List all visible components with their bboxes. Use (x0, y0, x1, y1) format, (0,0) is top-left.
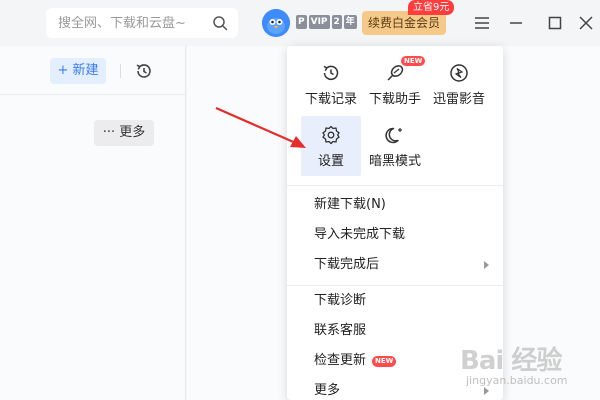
vip-letter: 年 (343, 15, 357, 29)
submenu-arrow-icon (484, 387, 489, 395)
new-badge: NEW (401, 56, 426, 66)
maximize-icon[interactable] (545, 13, 565, 33)
menu-item-label: 下载完成后 (314, 257, 380, 272)
search-input[interactable] (58, 15, 208, 31)
dark-mode-moon-icon (385, 127, 402, 144)
menu-item-diagnostics[interactable]: 下载诊断 (287, 286, 503, 316)
menu-item-more[interactable]: 更多 (287, 376, 503, 400)
title-bar: P VIP 2 年 续费白金会员 立省9元 (0, 0, 600, 46)
menu-download-helper[interactable]: 下载助手 NEW (365, 54, 426, 114)
settings-gear-icon (322, 125, 340, 145)
main-menu-dropdown: 下载记录 下载助手 NEW 迅雷影音 设置 暗黑模式 新建下载(N) 导入未完成… (287, 46, 503, 400)
menu-item-new-download[interactable]: 新建下载(N) (287, 190, 503, 220)
menu-item-label: 联系客服 (314, 323, 367, 338)
hamburger-menu-icon[interactable] (472, 13, 492, 33)
history-clock-icon[interactable] (134, 61, 154, 81)
new-task-label: 新建 (72, 63, 99, 78)
toolbar-divider (120, 64, 121, 78)
menu-download-history-label: 下载记录 (304, 92, 357, 107)
avatar[interactable] (262, 9, 290, 37)
left-panel: + 新建 ··· 更多 (0, 46, 186, 400)
menu-settings-label: 设置 (317, 154, 344, 169)
more-button[interactable]: ··· 更多 (94, 120, 154, 146)
menu-item-check-updates[interactable]: 检查更新 NEW (287, 346, 503, 376)
player-icon (450, 64, 468, 82)
menu-item-contact-support[interactable]: 联系客服 (287, 316, 503, 346)
search-icon[interactable] (212, 15, 228, 31)
plus-icon: + (57, 63, 69, 78)
menu-item-label: 导入未完成下载 (314, 227, 406, 242)
menu-separator (287, 185, 503, 186)
promo-tag: 立省9元 (408, 0, 455, 15)
menu-item-label: 更多 (314, 383, 341, 398)
close-icon[interactable] (576, 13, 596, 33)
submenu-arrow-icon (484, 261, 489, 269)
history-icon (323, 65, 339, 81)
menu-download-helper-label: 下载助手 (368, 92, 421, 107)
menu-settings[interactable]: 设置 (301, 116, 361, 176)
new-task-button[interactable]: + 新建 (50, 58, 106, 84)
menu-thunder-player[interactable]: 迅雷影音 (429, 54, 489, 114)
menu-item-import-unfinished[interactable]: 导入未完成下载 (287, 220, 503, 250)
minimize-icon[interactable] (506, 13, 526, 33)
search-box[interactable] (46, 8, 238, 38)
menu-item-label: 下载诊断 (314, 293, 367, 308)
vip-letter: P (296, 15, 307, 29)
bird-avatar-icon (262, 9, 290, 37)
menu-download-history[interactable]: 下载记录 (301, 54, 361, 114)
toolbar-underline (0, 94, 186, 95)
menu-item-label: 检查更新 (314, 353, 367, 368)
menu-dark-mode-label: 暗黑模式 (368, 154, 421, 169)
new-badge: NEW (372, 356, 397, 367)
more-dots-icon: ··· (102, 125, 116, 140)
menu-item-after-download[interactable]: 下载完成后 (287, 250, 503, 280)
vip-letter: VIP (308, 15, 330, 29)
menu-item-label: 新建下载(N) (314, 197, 386, 212)
more-label: 更多 (119, 125, 146, 140)
menu-dark-mode[interactable]: 暗黑模式 (365, 116, 425, 176)
menu-thunder-player-label: 迅雷影音 (432, 92, 485, 107)
vip-badge: P VIP 2 年 (296, 15, 357, 29)
vip-letter: 2 (331, 15, 342, 29)
